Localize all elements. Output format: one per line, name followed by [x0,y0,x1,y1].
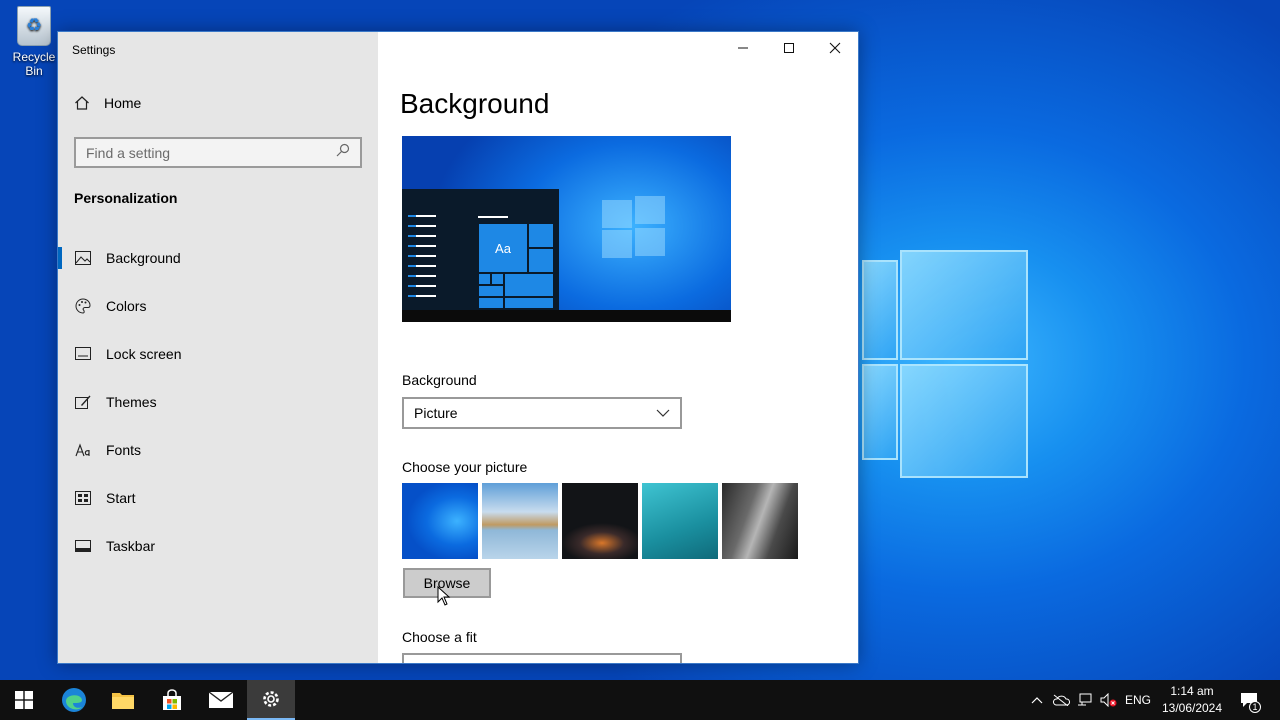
sidebar-item-fonts[interactable]: Fonts [58,426,378,474]
window-title: Settings [72,43,116,57]
preview-taskbar [402,310,731,322]
background-type-label: Background [402,372,477,388]
background-type-dropdown[interactable]: Picture [402,397,682,429]
clock-time: 1:14 am [1170,684,1214,698]
store-button[interactable] [148,680,196,720]
picture-thumbnail-rock-cliff[interactable] [722,483,798,559]
choose-picture-label: Choose your picture [402,459,528,475]
preview-tiles: Aa [478,223,554,309]
background-preview: Aa [402,136,731,322]
palette-icon [75,298,91,314]
sidebar-item-label: Lock screen [106,346,182,362]
recycle-bin-shortcut[interactable]: Recycle Bin [4,6,64,78]
choose-fit-dropdown[interactable] [402,653,682,663]
mail-icon [208,691,234,708]
chevron-down-icon [656,409,670,417]
font-icon [75,442,91,458]
settings-taskbar-button[interactable] [247,680,295,720]
sidebar-item-themes[interactable]: Themes [58,378,378,426]
dropdown-value: Picture [414,405,458,421]
brush-icon [75,394,91,410]
maximize-icon [784,43,794,53]
clock-date: 13/06/2024 [1161,701,1223,715]
section-title: Personalization [74,190,178,206]
sidebar-item-label: Colors [106,298,147,314]
onedrive-tray-button[interactable] [1050,680,1072,720]
search-input[interactable] [86,144,316,161]
sidebar-item-taskbar[interactable]: Taskbar [58,522,378,570]
store-icon [163,689,181,710]
network-icon [1078,693,1092,706]
minimize-icon [738,47,748,49]
close-button[interactable] [812,32,858,64]
picture-icon [75,250,91,266]
system-clock[interactable]: 1:14 am 13/06/2024 [1155,683,1229,717]
start-button[interactable] [0,680,48,720]
edge-icon [62,688,86,712]
preview-app-list [408,215,436,305]
cloud-offline-icon [1052,694,1070,706]
chevron-up-icon [1031,697,1043,704]
recycle-bin-icon [17,6,51,46]
preview-start-menu: Aa [402,189,559,310]
mouse-cursor-icon [437,586,451,606]
taskbar-icon [75,538,91,554]
search-icon[interactable] [336,143,350,162]
language-indicator[interactable]: ENG [1122,680,1154,720]
sidebar-item-label: Fonts [106,442,142,458]
edge-button[interactable] [50,680,98,720]
home-link[interactable]: Home [74,95,141,111]
home-icon [74,95,90,111]
picture-thumbnail-night-sky[interactable] [562,483,638,559]
personalization-nav: Background Colors Lock screen Themes Fon… [58,234,378,570]
picture-thumbnail-underwater[interactable] [642,483,718,559]
volume-muted-icon [1100,693,1117,707]
settings-window: Settings Home Personalization Background [57,31,859,664]
sidebar-item-label: Taskbar [106,538,156,554]
settings-content: Background Aa Background Picture Choose … [378,32,858,663]
file-explorer-button[interactable] [99,680,147,720]
notification-count-badge: 1 [1249,701,1261,713]
settings-sidebar: Settings Home Personalization Background [58,32,378,663]
find-setting-search[interactable] [74,137,362,168]
file-explorer-icon [112,693,134,709]
sidebar-item-start[interactable]: Start [58,474,378,522]
picture-thumbnail-windows-blue[interactable] [402,483,478,559]
picture-thumbnail-beach-rocks[interactable] [482,483,558,559]
close-icon [829,42,841,54]
sidebar-item-label: Background [106,250,181,266]
volume-tray-button[interactable] [1098,680,1120,720]
show-hidden-icons-button[interactable] [1027,680,1047,720]
maximize-button[interactable] [766,32,812,64]
sidebar-item-background[interactable]: Background [58,234,378,282]
picture-thumbnails [402,483,798,559]
sidebar-item-label: Themes [106,394,157,410]
lock-screen-icon [75,346,91,362]
windows-start-icon [15,691,33,709]
choose-fit-label: Choose a fit [402,629,477,645]
settings-icon [263,691,279,707]
action-center-button[interactable]: 1 [1234,680,1264,720]
network-tray-button[interactable] [1074,680,1096,720]
recycle-bin-label: Recycle Bin [12,50,56,78]
mail-button[interactable] [197,680,245,720]
start-menu-icon [75,490,91,506]
sidebar-item-lock-screen[interactable]: Lock screen [58,330,378,378]
windows-logo-wallpaper [862,242,1030,480]
minimize-button[interactable] [720,32,766,64]
preview-windows-logo [602,196,668,258]
home-label: Home [104,95,142,111]
sidebar-item-colors[interactable]: Colors [58,282,378,330]
preview-tile-text: Aa [478,223,528,273]
windows-taskbar: ENG 1:14 am 13/06/2024 1 [0,680,1280,720]
sidebar-item-label: Start [106,490,136,506]
page-title: Background [400,88,550,119]
